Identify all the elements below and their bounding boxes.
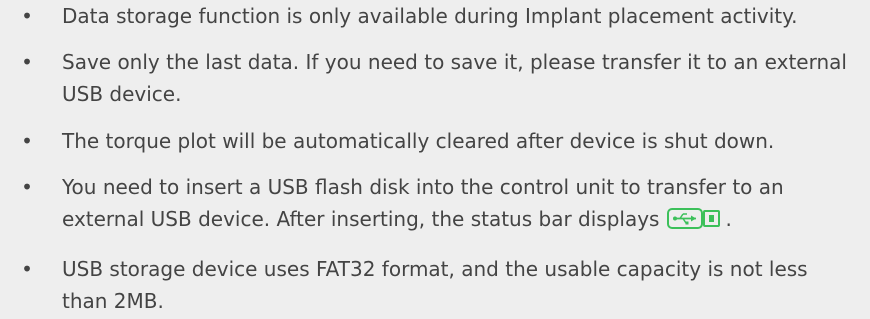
usb-connected-icon	[667, 207, 721, 239]
note-text: USB storage device uses FAT32 format, an…	[62, 257, 808, 313]
bullet: •	[21, 50, 33, 74]
bullet: •	[21, 257, 33, 281]
note-item-usb-format: • USB storage device uses FAT32 format, …	[0, 253, 870, 317]
bullet: •	[21, 129, 33, 153]
bullet: •	[21, 175, 33, 199]
note-text: The torque plot will be automatically cl…	[62, 129, 775, 153]
note-text-end: .	[725, 207, 732, 231]
usage-notes-list: • Data storage function is only availabl…	[0, 0, 870, 317]
note-item-storage-availability: • Data storage function is only availabl…	[0, 0, 870, 32]
bullet: •	[21, 4, 33, 28]
note-text: Data storage function is only available …	[62, 4, 798, 28]
note-item-insert-usb: • You need to insert a USB flash disk in…	[0, 171, 870, 239]
note-item-save-last-data: • Save only the last data. If you need t…	[0, 46, 870, 110]
note-text: Save only the last data. If you need to …	[62, 50, 847, 106]
note-item-torque-plot-cleared: • The torque plot will be automatically …	[0, 125, 870, 157]
